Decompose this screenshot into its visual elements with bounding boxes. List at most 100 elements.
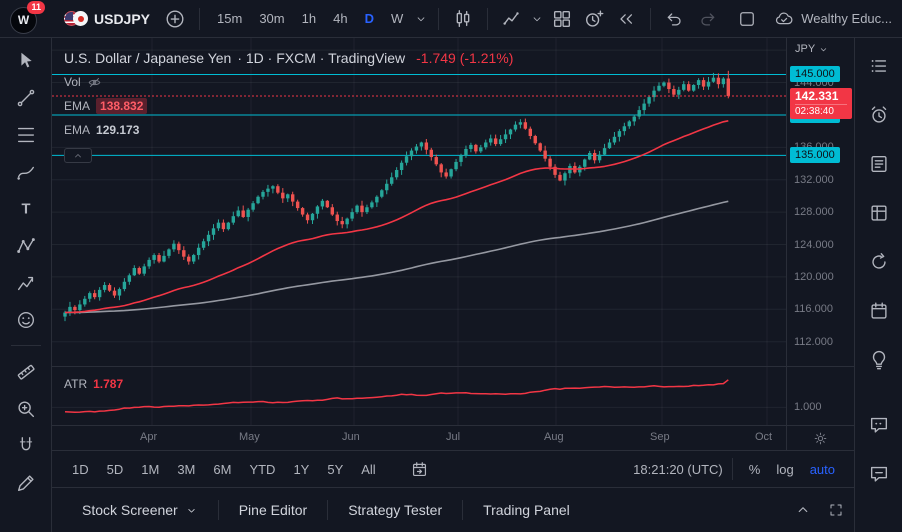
auto-scale-button[interactable]: auto bbox=[803, 458, 842, 481]
panel-tab-strategy-tester[interactable]: Strategy Tester bbox=[328, 488, 462, 532]
bar-replay-button[interactable] bbox=[611, 4, 641, 34]
chart-area: U.S. Dollar / Japanese Yen · 1D · FXCM ·… bbox=[52, 38, 854, 450]
time-axis[interactable]: AprMayJunJulAugSepOct bbox=[52, 425, 786, 450]
timeframe-15m[interactable]: 15m bbox=[209, 7, 250, 30]
bar-countdown: 02:38:40 bbox=[795, 104, 847, 118]
window-icon bbox=[737, 9, 757, 29]
time-axis-label: Aug bbox=[544, 431, 564, 443]
range-6m[interactable]: 6M bbox=[205, 458, 239, 481]
timeframe-d[interactable]: D bbox=[357, 7, 382, 30]
range-1m[interactable]: 1M bbox=[133, 458, 167, 481]
tool-magnet[interactable] bbox=[11, 431, 41, 460]
fib-retracement-icon bbox=[15, 124, 37, 146]
percent-scale-button[interactable]: % bbox=[742, 458, 768, 481]
window-button[interactable] bbox=[732, 4, 762, 34]
range-toolbar: 1D5D1M3M6MYTD1Y5YAll 18:21:20 (UTC) % lo… bbox=[52, 450, 854, 487]
ema-slow-label: EMA bbox=[64, 123, 90, 137]
panel-chat-button[interactable] bbox=[866, 413, 892, 437]
compare-add-button[interactable] bbox=[160, 4, 190, 34]
panel-tab-pine-editor[interactable]: Pine Editor bbox=[219, 488, 327, 532]
text-icon: T bbox=[15, 198, 37, 220]
time-axis-settings-gear[interactable] bbox=[786, 425, 854, 450]
tool-xabcd-pattern[interactable] bbox=[11, 231, 41, 260]
legend-volume-row[interactable]: Vol bbox=[64, 70, 513, 94]
tool-cursor[interactable] bbox=[11, 46, 41, 75]
bottom-panel-tabs: Stock ScreenerPine EditorStrategy Tester… bbox=[62, 488, 590, 532]
timeframe-1h[interactable]: 1h bbox=[294, 7, 324, 30]
indicators-button[interactable] bbox=[497, 4, 527, 34]
legend-collapse-button[interactable] bbox=[64, 148, 92, 163]
tool-brush[interactable] bbox=[11, 157, 41, 186]
range-1y[interactable]: 1Y bbox=[285, 458, 317, 481]
panel-alerts-button[interactable] bbox=[866, 103, 892, 127]
panel-tab-trading-panel[interactable]: Trading Panel bbox=[463, 488, 590, 532]
toolbar-separator bbox=[650, 8, 651, 30]
tool-text[interactable]: T bbox=[11, 194, 41, 223]
undo-button[interactable] bbox=[660, 4, 690, 34]
currency-label: JPY bbox=[795, 43, 815, 55]
panel-tab-stock-screener[interactable]: Stock Screener bbox=[62, 488, 218, 532]
panel-calendar-button[interactable] bbox=[866, 299, 892, 323]
toolbar-separator bbox=[199, 8, 200, 30]
panel-hotlists-button[interactable] bbox=[866, 250, 892, 274]
timeframe-4h[interactable]: 4h bbox=[325, 7, 355, 30]
time-axis-label: Jul bbox=[446, 431, 460, 443]
range-5d[interactable]: 5D bbox=[99, 458, 132, 481]
tool-edit[interactable] bbox=[11, 468, 41, 497]
tool-trend-line[interactable] bbox=[11, 83, 41, 112]
range-3m[interactable]: 3M bbox=[169, 458, 203, 481]
cursor-icon bbox=[15, 50, 37, 72]
chart-type-button[interactable] bbox=[448, 4, 478, 34]
chevron-down-icon bbox=[185, 504, 198, 517]
pane-divider[interactable] bbox=[52, 366, 854, 367]
symbol-button[interactable]: USDJPY bbox=[56, 8, 158, 30]
legend-title-row[interactable]: U.S. Dollar / Japanese Yen · 1D · FXCM ·… bbox=[64, 46, 513, 70]
tool-zoom[interactable] bbox=[11, 394, 41, 423]
tool-fib-retracement[interactable] bbox=[11, 120, 41, 149]
range-all[interactable]: All bbox=[353, 458, 383, 481]
panel-ideas-button[interactable] bbox=[866, 348, 892, 372]
legend-ema-slow-row[interactable]: EMA 129.173 bbox=[64, 118, 513, 142]
range-ytd[interactable]: YTD bbox=[241, 458, 283, 481]
timeframe-30m[interactable]: 30m bbox=[251, 7, 292, 30]
range-5y[interactable]: 5Y bbox=[319, 458, 351, 481]
range-1d[interactable]: 1D bbox=[64, 458, 97, 481]
tool-emoji[interactable] bbox=[11, 305, 41, 334]
chart-main: U.S. Dollar / Japanese Yen · 1D · FXCM ·… bbox=[52, 38, 854, 532]
price-axis-currency[interactable]: JPY bbox=[795, 43, 829, 55]
cloud-save-status[interactable]: Wealthy Educ... bbox=[774, 9, 892, 29]
timeframe-dropdown[interactable] bbox=[413, 4, 429, 34]
toolbar-separator bbox=[438, 8, 439, 30]
time-axis-label: Sep bbox=[650, 431, 670, 443]
right-sidebar bbox=[854, 38, 902, 532]
eye-crossed-icon[interactable] bbox=[87, 75, 102, 90]
account-logo[interactable]: W 11 bbox=[10, 3, 42, 35]
zoom-icon bbox=[15, 398, 37, 420]
redo-button[interactable] bbox=[692, 4, 722, 34]
timeframe-w[interactable]: W bbox=[383, 7, 411, 30]
legend-ema-fast-row[interactable]: EMA 138.832 bbox=[64, 94, 513, 118]
panel-support-button[interactable] bbox=[866, 462, 892, 486]
indicators-dropdown[interactable] bbox=[529, 4, 545, 34]
log-scale-button[interactable]: log bbox=[769, 458, 800, 481]
panel-collapse-button[interactable] bbox=[794, 501, 812, 519]
panel-expand-button[interactable] bbox=[828, 502, 844, 518]
account-label: Wealthy Educ... bbox=[801, 11, 892, 26]
tool-forecast[interactable] bbox=[11, 268, 41, 297]
price-level-label: 135.000 bbox=[790, 147, 840, 163]
tool-ruler[interactable] bbox=[11, 357, 41, 386]
panel-watchlist-button[interactable] bbox=[866, 54, 892, 78]
timezone-clock[interactable]: 18:21:20 (UTC) bbox=[633, 462, 723, 477]
legend-atr-row[interactable]: ATR 1.787 bbox=[64, 372, 123, 396]
replay-icon bbox=[616, 9, 636, 29]
chart-legend: U.S. Dollar / Japanese Yen · 1D · FXCM ·… bbox=[64, 46, 513, 163]
go-to-date-button[interactable] bbox=[410, 460, 429, 479]
panel-data-window-button[interactable] bbox=[866, 201, 892, 225]
layout-grid-button[interactable] bbox=[547, 4, 577, 34]
panel-news-button[interactable] bbox=[866, 152, 892, 176]
create-alert-button[interactable] bbox=[579, 4, 609, 34]
tradingview-app: W 11 USDJPY 15m30m1h4hDW Wealthy Educ... bbox=[0, 0, 902, 532]
cloud-check-icon bbox=[774, 9, 794, 29]
gear-icon bbox=[812, 430, 829, 447]
plus-icon bbox=[164, 8, 186, 30]
